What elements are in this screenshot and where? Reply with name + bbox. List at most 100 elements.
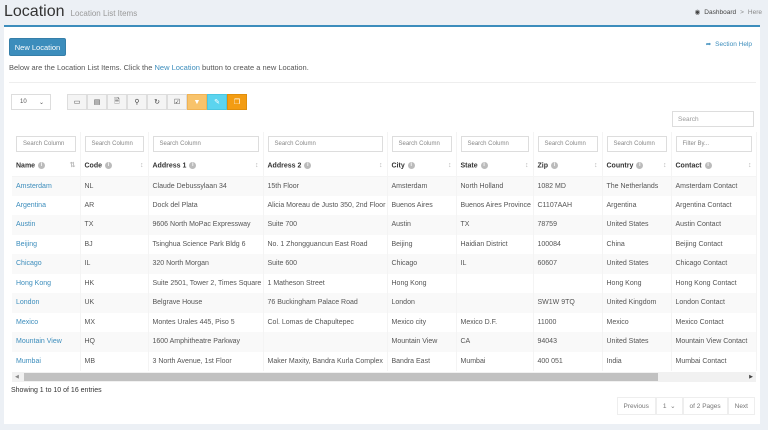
check-square-icon[interactable]: ☑ <box>167 94 187 110</box>
sort-icon[interactable]: ↕ <box>140 162 144 169</box>
breadcrumb-dashboard[interactable]: Dashboard <box>704 9 736 16</box>
search-input[interactable]: Search <box>672 111 754 127</box>
column-filter-input[interactable]: Search Column <box>267 135 383 152</box>
file-icon[interactable]: 🗎 <box>107 94 127 110</box>
info-icon[interactable]: i <box>551 161 558 169</box>
scroll-left-icon[interactable]: ◀ <box>15 374 19 380</box>
column-header[interactable]: Address 2 i ↕ <box>263 155 388 177</box>
column-filter-cell: Search Column <box>263 132 388 155</box>
sort-icon[interactable]: ↕ <box>379 162 383 169</box>
table-cell: Belgrave House <box>148 293 264 313</box>
sort-icon[interactable]: ↕ <box>748 162 752 169</box>
table-cell: TX <box>456 215 534 235</box>
table-row[interactable]: London UK Belgrave House 76 Buckingham Pala… <box>12 293 757 313</box>
location-name-link[interactable]: London <box>12 293 81 313</box>
copy-icon[interactable]: ❐ <box>227 94 247 110</box>
scrollbar-thumb[interactable] <box>24 373 658 381</box>
location-name-link[interactable]: Mumbai <box>12 351 81 371</box>
info-icon[interactable]: i <box>304 161 312 169</box>
table-cell <box>533 273 603 293</box>
intro-new-location-link[interactable]: New Location <box>155 63 200 72</box>
zoom-icon[interactable]: ⚲ <box>127 94 147 110</box>
column-header[interactable]: Code i ↕ <box>80 155 149 177</box>
column-filter-input[interactable]: Search Column <box>537 135 598 152</box>
column-filter-input[interactable]: Search Column <box>391 135 452 152</box>
table-row[interactable]: Argentina AR Dock del Plata Alicia Moreau d… <box>12 195 757 215</box>
table-cell: Haidian District <box>456 234 534 254</box>
column-filter-input[interactable]: Search Column <box>606 135 667 152</box>
location-name-link[interactable]: Mexico <box>12 312 81 332</box>
location-name-link[interactable]: Mountain View <box>12 332 81 352</box>
table-cell: Mexico Contact <box>671 312 757 332</box>
column-filter-input[interactable]: Filter By... <box>675 135 752 152</box>
column-filter-cell: Search Column <box>533 132 603 155</box>
table-row[interactable]: Beijing BJ Tsinghua Science Park Bldg 6 No.… <box>12 234 757 254</box>
table-cell: North Holland <box>456 176 534 196</box>
table-row[interactable]: Austin TX 9606 North MoPac Expressway Suite… <box>12 215 757 235</box>
table-row[interactable]: Mexico MX Montes Urales 445, Piso 5 Col. Lo… <box>12 312 757 332</box>
info-icon[interactable]: i <box>105 161 112 169</box>
sort-icon[interactable]: ↕ <box>594 162 598 169</box>
page-select[interactable]: 1 ⌄ <box>655 397 683 415</box>
info-icon[interactable]: i <box>407 161 415 169</box>
table-row[interactable]: Chicago IL 320 North Morgan Suite 600 Chicag… <box>12 254 757 274</box>
breadcrumb-separator: > <box>740 8 744 16</box>
column-header-label: Address 2 <box>267 161 302 169</box>
monitor-icon[interactable]: ▭ <box>67 94 87 110</box>
column-filter-cell: Search Column <box>456 132 534 155</box>
info-icon[interactable]: i <box>480 161 488 169</box>
table-cell: Chicago Contact <box>671 254 757 274</box>
location-name-link[interactable]: Beijing <box>12 234 81 254</box>
filter-icon[interactable]: ▼ <box>187 94 207 110</box>
column-filter-input[interactable]: Search Column <box>460 135 529 152</box>
location-name-link[interactable]: Amsterdam <box>12 176 81 196</box>
next-button[interactable]: Next <box>727 397 755 415</box>
column-header[interactable]: Zip i ↕ <box>533 155 603 177</box>
column-filter-input[interactable]: Search Column <box>152 135 259 152</box>
table-cell: 100084 <box>533 234 603 254</box>
column-header[interactable]: City i ↕ <box>387 155 457 177</box>
column-header[interactable]: State i ↕ <box>456 155 534 177</box>
previous-button[interactable]: Previous <box>616 397 656 415</box>
new-location-button[interactable]: New Location <box>9 38 66 56</box>
sort-icon[interactable]: ↕ <box>255 162 259 169</box>
sort-icon[interactable]: ↕ <box>525 162 529 169</box>
column-filter-input[interactable]: Search Column <box>16 135 76 152</box>
column-filter-input[interactable]: Search Column <box>84 135 144 152</box>
table-cell: 94043 <box>533 332 603 352</box>
sort-icon[interactable]: ↕ <box>448 162 452 169</box>
table-cell: Austin <box>387 215 457 235</box>
info-icon[interactable]: i <box>704 161 712 169</box>
scroll-right-icon[interactable]: ▶ <box>749 374 753 380</box>
table-row[interactable]: Hong Kong HK Suite 2501, Tower 2, Times Sq… <box>12 273 757 293</box>
column-header[interactable]: Country i ↕ <box>602 155 672 177</box>
column-header[interactable]: Name i ⇅ <box>12 155 81 177</box>
refresh-icon[interactable]: ↻ <box>147 94 167 110</box>
location-name-link[interactable]: Austin <box>12 215 81 235</box>
page-length-select[interactable]: 10 ⌄ <box>11 94 51 110</box>
sort-icon[interactable]: ⇅ <box>70 161 76 169</box>
section-help-link[interactable]: ➦ Section Help <box>705 40 752 49</box>
column-filter-cell: Search Column <box>148 132 264 155</box>
share-icon: ➦ <box>705 41 712 48</box>
table-cell: NL <box>80 176 149 196</box>
table-info: Showing 1 to 10 of 16 entries <box>11 387 102 394</box>
info-icon[interactable]: i <box>38 161 46 169</box>
columns-icon[interactable]: ▤ <box>87 94 107 110</box>
table-row[interactable]: Mumbai MB 3 North Avenue, 1st Floor Maker M… <box>12 351 757 371</box>
horizontal-scrollbar[interactable]: ◀ ▶ <box>12 372 756 382</box>
table-cell: MB <box>80 351 149 371</box>
sort-icon[interactable]: ↕ <box>663 162 667 169</box>
info-icon[interactable]: i <box>636 161 644 169</box>
location-name-link[interactable]: Hong Kong <box>12 273 81 293</box>
table-row[interactable]: Amsterdam NL Claude Debussylaan 34 15th Flo… <box>12 176 757 196</box>
column-filter-cell: Filter By... <box>671 132 757 155</box>
info-icon[interactable]: i <box>189 161 197 169</box>
column-filter-cell: Search Column <box>602 132 672 155</box>
column-header[interactable]: Contact i ↕ <box>671 155 757 177</box>
location-name-link[interactable]: Chicago <box>12 254 81 274</box>
location-name-link[interactable]: Argentina <box>12 195 81 215</box>
edit-icon[interactable]: ✎ <box>207 94 227 110</box>
column-header[interactable]: Address 1 i ↕ <box>148 155 264 177</box>
table-row[interactable]: Mountain View HQ 1600 Amphitheatre Parkway… <box>12 332 757 352</box>
